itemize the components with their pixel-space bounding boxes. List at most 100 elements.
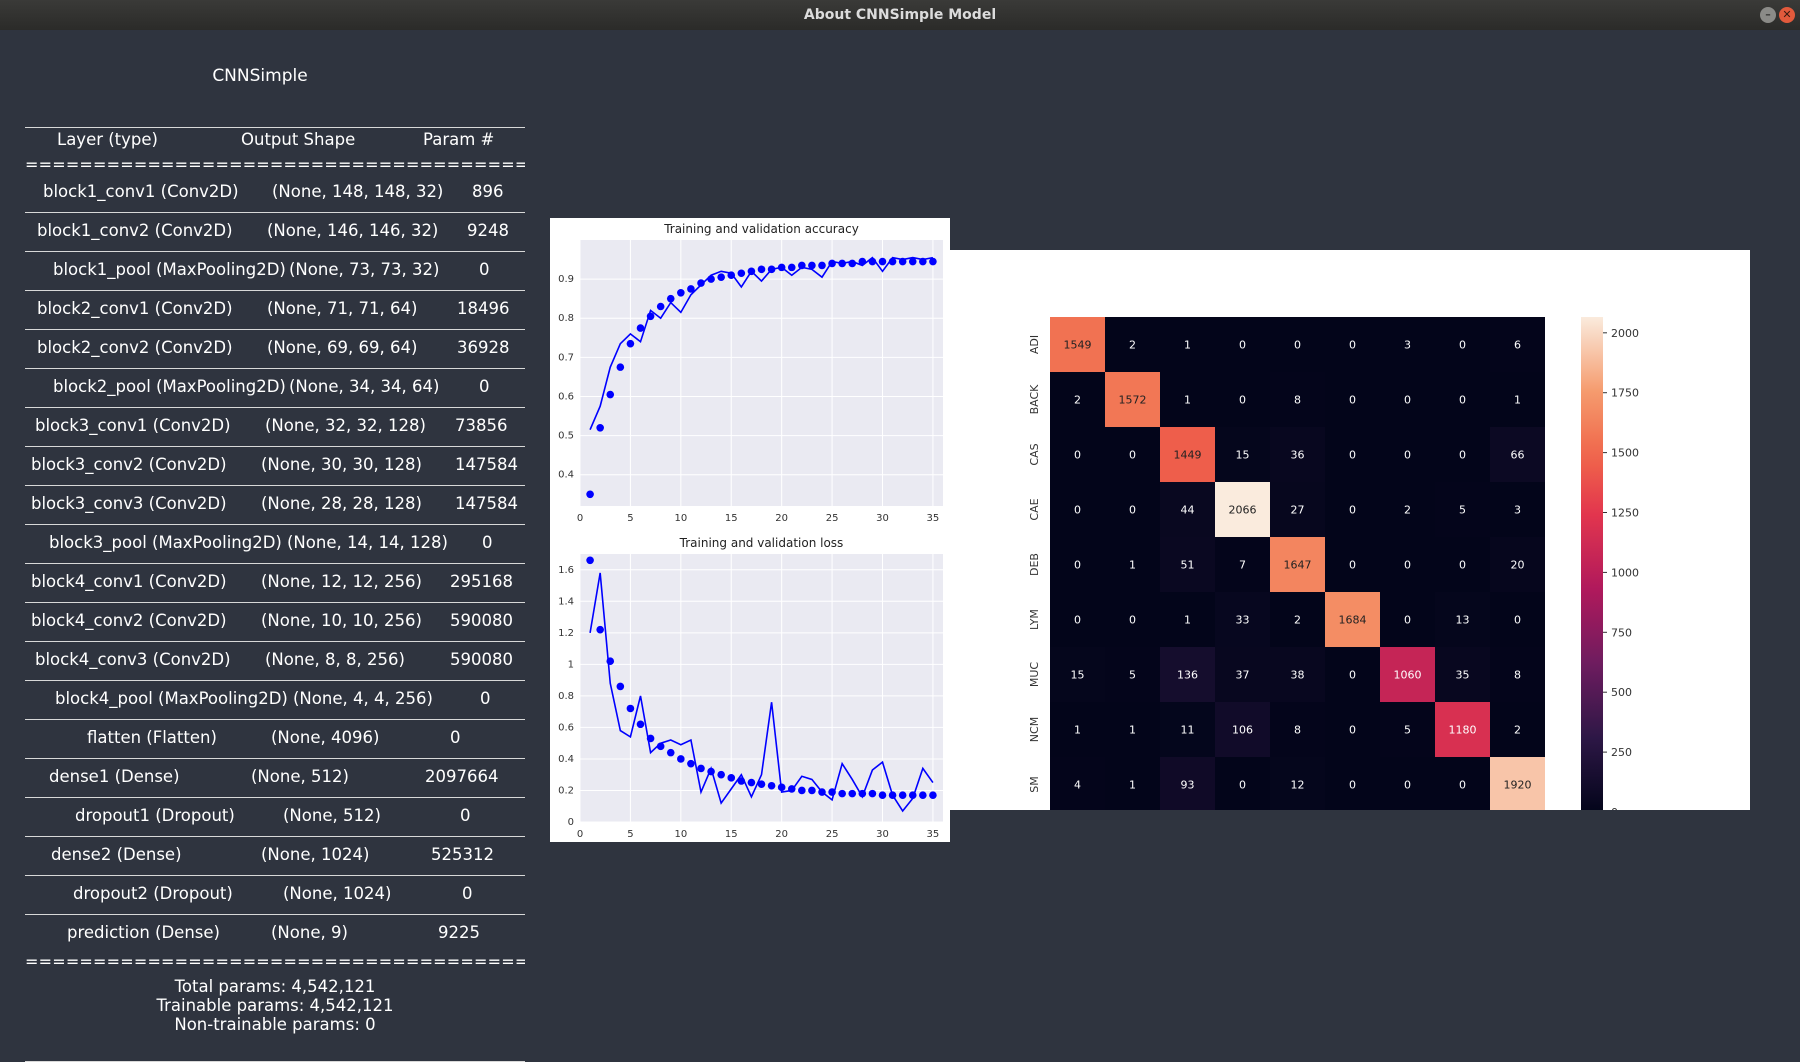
training-series-point <box>757 265 766 274</box>
training-series-point <box>677 755 685 763</box>
header-shape: Output Shape <box>241 130 356 149</box>
cell-value-label: 8 <box>1294 724 1301 737</box>
layer-param-count: 147584 <box>455 455 518 474</box>
colorbar-tick-label: 1500 <box>1611 447 1639 460</box>
layer-output-shape: (None, 1024) <box>283 884 392 903</box>
cell-value-label: 3 <box>1514 504 1521 517</box>
cell-value-label: 15 <box>1236 449 1250 462</box>
confusion-matrix-chart: 1549 2 1 0 0 0 3 0 62 1572 1 0 8 0 0 0 10 0 1449 15 36 0 0 0 660… <box>1028 317 1639 833</box>
layer-output-shape: (None, 69, 69, 64) <box>267 338 418 357</box>
layer-row: dense2 (Dense) (None, 1024) 525312 <box>25 837 525 875</box>
cell-value-label: 2 <box>1074 394 1081 407</box>
layer-name: block3_conv1 (Conv2D) <box>35 416 231 435</box>
layer-output-shape: (None, 10, 10, 256) <box>261 611 422 630</box>
layer-row: block1_conv2 (Conv2D) (None, 146, 146, 32… <box>25 213 525 251</box>
layer-param-count: 896 <box>472 182 504 201</box>
window-title: About CNNSimple Model <box>803 7 997 23</box>
cell-value-label: 0 <box>1404 614 1411 627</box>
layer-name: block4_conv1 (Conv2D) <box>31 572 227 591</box>
training-series-point <box>808 786 816 795</box>
cell-value-label: 2 <box>1514 724 1521 737</box>
cell-value-label: 0 <box>1129 504 1136 517</box>
layer-list: block1_conv1 (Conv2D) (None, 148, 148, 32… <box>25 174 525 953</box>
cell-value-label: 136 <box>1177 669 1198 682</box>
cell-value-label: 0 <box>1459 394 1466 407</box>
cell-value-label: 20 <box>1511 559 1525 572</box>
y-tick-label: 0.5 <box>558 431 574 442</box>
cell-value-label: 8 <box>1514 669 1521 682</box>
training-series-point <box>616 363 625 371</box>
y-category-label: SM <box>1028 776 1041 792</box>
cell-value-label: 1 <box>1074 724 1081 737</box>
layer-param-count: 36928 <box>457 338 510 357</box>
training-history-panel: 0 5 10 15 20 25 30 35 0.4 0.5 0.6 0.7 0.8 0.9 Training… <box>550 218 950 842</box>
layer-name: block1_conv1 (Conv2D) <box>43 182 239 201</box>
minimize-icon[interactable]: – <box>1760 7 1776 23</box>
cell-value-label: 37 <box>1236 669 1250 682</box>
training-series-point <box>767 781 776 790</box>
cell-value-label: 1 <box>1184 394 1191 407</box>
layer-param-count: 0 <box>460 806 471 825</box>
training-series-point <box>929 791 937 799</box>
colorbar-tick-label: 1750 <box>1611 387 1639 400</box>
y-tick-label: 1 <box>568 659 574 670</box>
layer-name: dropout2 (Dropout) <box>73 884 233 903</box>
x-tick-label: 20 <box>775 513 788 524</box>
layer-row: block4_conv3 (Conv2D) (None, 8, 8, 256) 59… <box>25 642 525 680</box>
colorbar-tick-label: 0 <box>1611 806 1618 810</box>
cell-value-label: 6 <box>1514 339 1521 352</box>
cell-value-label: 0 <box>1074 614 1081 627</box>
training-series-point <box>636 324 645 332</box>
cell-value-label: 0 <box>1074 504 1081 517</box>
x-tick-label: 15 <box>725 513 738 524</box>
layer-name: block1_pool (MaxPooling2D) <box>53 260 286 279</box>
training-series-point <box>798 786 806 795</box>
chart-title: Training and validation loss <box>679 536 844 550</box>
close-icon[interactable]: ✕ <box>1779 7 1795 23</box>
cell-value-label: 0 <box>1404 559 1411 572</box>
y-category-label: CAE <box>1028 498 1041 520</box>
y-tick-label: 0 <box>568 817 574 828</box>
cell-value-label: 38 <box>1291 669 1305 682</box>
cell-value-label: 2 <box>1129 339 1136 352</box>
layer-name: prediction (Dense) <box>67 923 220 942</box>
y-tick-label: 1.2 <box>558 628 574 639</box>
layer-row: block2_conv1 (Conv2D) (None, 71, 71, 64) 1… <box>25 291 525 329</box>
layer-row: block2_pool (MaxPooling2D) (None, 34, 34,… <box>25 369 525 407</box>
cell-value-label: 1647 <box>1284 559 1312 572</box>
layer-param-count: 147584 <box>455 494 518 513</box>
cell-value-label: 0 <box>1349 504 1356 517</box>
training-series-point <box>848 789 857 798</box>
layer-param-count: 0 <box>479 260 490 279</box>
training-series-point <box>878 257 887 266</box>
layer-param-count: 73856 <box>455 416 508 435</box>
layer-output-shape: (None, 4, 4, 256) <box>293 689 433 708</box>
cell-value-label: 8 <box>1294 394 1301 407</box>
training-series-point <box>697 764 705 773</box>
cell-value-label: 13 <box>1456 614 1470 627</box>
x-tick-label: 15 <box>725 829 738 840</box>
cell-value-label: 0 <box>1459 339 1466 352</box>
y-tick-label: 0.4 <box>558 754 574 765</box>
cell-value-label: 0 <box>1239 394 1246 407</box>
layer-row: dense1 (Dense) (None, 512) 2097664 <box>25 759 525 797</box>
cell-value-label: 0 <box>1239 339 1246 352</box>
colorbar-tick-label: 250 <box>1611 746 1632 759</box>
header-params: Param # <box>423 130 495 149</box>
cell-value-label: 0 <box>1459 779 1466 792</box>
layer-param-count: 2097664 <box>425 767 499 786</box>
cell-value-label: 1 <box>1184 339 1191 352</box>
training-series-point <box>656 302 665 311</box>
cell-value-label: 27 <box>1291 504 1305 517</box>
layer-output-shape: (None, 34, 34, 64) <box>289 377 440 396</box>
y-category-label: CAS <box>1028 443 1041 465</box>
x-tick-label: 10 <box>674 829 687 840</box>
training-series-point <box>596 423 604 432</box>
cell-value-label: 0 <box>1514 614 1521 627</box>
colorbar <box>1581 317 1603 812</box>
cell-value-label: 33 <box>1236 614 1250 627</box>
x-tick-label: 35 <box>927 829 940 840</box>
layer-param-count: 9248 <box>467 221 509 240</box>
window-titlebar: About CNNSimple Model – ✕ <box>0 0 1800 30</box>
training-series-point <box>616 682 625 691</box>
